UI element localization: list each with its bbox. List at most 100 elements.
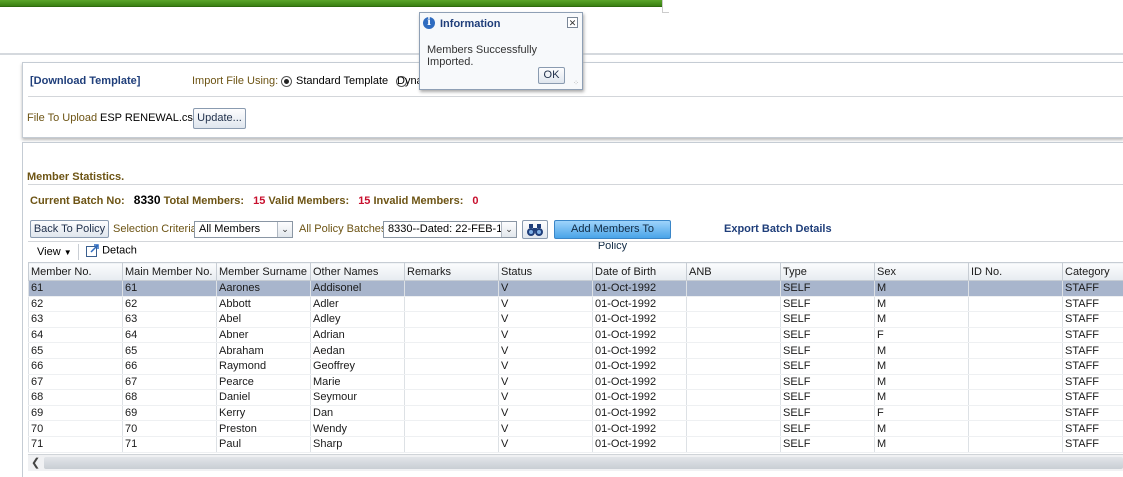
search-batch-button[interactable] <box>522 220 548 239</box>
stats-line: Current Batch No: 8330 Total Members: 15… <box>30 193 479 207</box>
column-header[interactable]: Remarks <box>405 263 499 281</box>
table-row[interactable]: 6363AbelAdleyV01-Oct-1992SELFMSTAFF <box>29 312 1123 328</box>
table-cell: M <box>875 312 969 328</box>
table-cell: 01-Oct-1992 <box>593 327 687 343</box>
table-cell: 65 <box>29 343 123 359</box>
table-cell: 61 <box>123 281 217 297</box>
table-cell <box>969 374 1063 390</box>
table-row[interactable]: 6767PearceMarieV01-Oct-1992SELFMSTAFF <box>29 374 1123 390</box>
valid-members-label: Valid Members: <box>268 195 349 207</box>
table-cell: 62 <box>123 296 217 312</box>
table-cell: 01-Oct-1992 <box>593 312 687 328</box>
selection-criteria-select[interactable]: All Members ⌄ <box>194 221 293 238</box>
export-batch-details-link[interactable]: Export Batch Details <box>724 223 832 235</box>
table-cell: STAFF <box>1063 374 1123 390</box>
table-cell: 01-Oct-1992 <box>593 358 687 374</box>
download-template-link[interactable]: [Download Template] <box>30 75 140 87</box>
table-cell: M <box>875 421 969 437</box>
table-cell: 63 <box>29 312 123 328</box>
table-cell: SELF <box>781 405 875 421</box>
table-cell: 01-Oct-1992 <box>593 343 687 359</box>
table-header: Member No.Main Member No.Member SurnameO… <box>29 263 1123 281</box>
table-row[interactable]: 7070PrestonWendyV01-Oct-1992SELFMSTAFF <box>29 421 1123 437</box>
scrollbar-thumb[interactable] <box>44 457 1123 469</box>
table-cell: Wendy <box>311 421 405 437</box>
table-cell: M <box>875 343 969 359</box>
table-cell: F <box>875 327 969 343</box>
table-row[interactable]: 6161AaronesAddisonelV01-Oct-1992SELFMSTA… <box>29 281 1123 297</box>
toolbar-separator <box>28 241 1123 242</box>
table-cell: F <box>875 405 969 421</box>
column-header[interactable]: Status <box>499 263 593 281</box>
total-members-label: Total Members: <box>164 195 244 207</box>
all-policy-batches-label: All Policy Batches <box>299 223 386 235</box>
table-cell: 69 <box>123 405 217 421</box>
import-file-label: Import File Using: <box>192 75 278 87</box>
table-cell <box>405 327 499 343</box>
detach-button[interactable]: Detach <box>86 244 137 257</box>
table-row[interactable]: 6868DanielSeymourV01-Oct-1992SELFMSTAFF <box>29 390 1123 406</box>
column-header[interactable]: Member No. <box>29 263 123 281</box>
table-cell <box>687 358 781 374</box>
table-cell <box>405 421 499 437</box>
column-header[interactable]: Category <box>1063 263 1123 281</box>
table-cell <box>969 327 1063 343</box>
table-row[interactable]: 6969KerryDanV01-Oct-1992SELFFSTAFF <box>29 405 1123 421</box>
table-cell: STAFF <box>1063 405 1123 421</box>
resize-grip-icon[interactable]: ⁘ <box>573 79 579 87</box>
binoculars-icon <box>526 223 544 237</box>
horizontal-scrollbar[interactable]: ❮ <box>28 454 1123 471</box>
table-cell <box>405 343 499 359</box>
table-cell: Marie <box>311 374 405 390</box>
table-cell: M <box>875 374 969 390</box>
selection-criteria-value: All Members <box>199 223 260 235</box>
table-cell: V <box>499 390 593 406</box>
table-cell: SELF <box>781 343 875 359</box>
table-row[interactable]: 6666RaymondGeoffreyV01-Oct-1992SELFMSTAF… <box>29 358 1123 374</box>
chevron-left-icon[interactable]: ❮ <box>31 456 40 469</box>
column-header[interactable]: Main Member No. <box>123 263 217 281</box>
table-cell: SELF <box>781 312 875 328</box>
column-header[interactable]: Other Names <box>311 263 405 281</box>
table-cell <box>969 358 1063 374</box>
policy-batch-select[interactable]: 8330--Dated: 22-FEB-18 ⌄ <box>383 221 517 238</box>
update-button[interactable]: Update... <box>193 108 246 129</box>
table-cell: Dan <box>311 405 405 421</box>
table-row[interactable]: 6565AbrahamAedanV01-Oct-1992SELFMSTAFF <box>29 343 1123 359</box>
table-cell: SELF <box>781 436 875 452</box>
standard-template-radio[interactable] <box>281 76 292 87</box>
column-header[interactable]: Member Surname <box>217 263 311 281</box>
table-cell <box>969 343 1063 359</box>
table-cell <box>405 281 499 297</box>
table-cell: V <box>499 343 593 359</box>
table-row[interactable]: 6464AbnerAdrianV01-Oct-1992SELFFSTAFF <box>29 327 1123 343</box>
back-to-policy-button[interactable]: Back To Policy <box>30 220 109 238</box>
table-cell: 68 <box>123 390 217 406</box>
table-cell: 01-Oct-1992 <box>593 405 687 421</box>
members-table: Member No.Main Member No.Member SurnameO… <box>28 262 1123 453</box>
table-cell: STAFF <box>1063 312 1123 328</box>
chevron-down-icon: ▼ <box>64 248 72 257</box>
table-row[interactable]: 7171PaulSharpV01-Oct-1992SELFMSTAFF <box>29 436 1123 452</box>
ok-button[interactable]: OK <box>538 67 565 84</box>
table-cell: SELF <box>781 421 875 437</box>
column-header[interactable]: ANB <box>687 263 781 281</box>
column-header[interactable]: ID No. <box>969 263 1063 281</box>
column-header[interactable]: Date of Birth <box>593 263 687 281</box>
table-row[interactable]: 6262AbbottAdlerV01-Oct-1992SELFMSTAFF <box>29 296 1123 312</box>
standard-template-label: Standard Template <box>296 75 388 87</box>
table-cell <box>687 405 781 421</box>
table-cell: Abner <box>217 327 311 343</box>
table-cell: Raymond <box>217 358 311 374</box>
close-icon[interactable]: ✕ <box>567 17 578 28</box>
table-cell: 01-Oct-1992 <box>593 374 687 390</box>
table-cell: STAFF <box>1063 343 1123 359</box>
view-menu[interactable]: View ▼ <box>37 246 72 258</box>
table-cell: 01-Oct-1992 <box>593 296 687 312</box>
column-header[interactable]: Sex <box>875 263 969 281</box>
add-members-to-policy-button[interactable]: Add Members To Policy <box>554 220 671 239</box>
column-header[interactable]: Type <box>781 263 875 281</box>
table-cell: 69 <box>29 405 123 421</box>
chevron-down-icon: ⌄ <box>277 222 292 237</box>
table-cell: SELF <box>781 327 875 343</box>
